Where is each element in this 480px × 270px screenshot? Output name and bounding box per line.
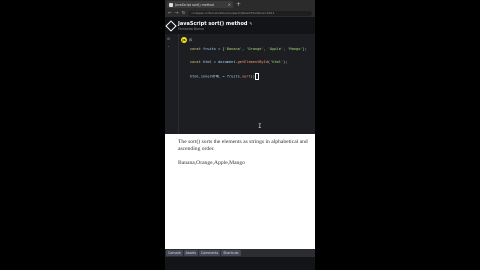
language-label: JS (189, 38, 193, 42)
code-line-3[interactable]: html.innerHTML = fruits.sort() (190, 73, 259, 80)
browser-tab[interactable]: JavaScript sort() method × (167, 1, 233, 8)
collapse-chevron-icon[interactable]: ⌄ (167, 44, 170, 48)
code-line-2[interactable]: const html = document.getElementById('ht… (190, 60, 287, 64)
address-bar: ← → ↻ codepen.io/fernandobueno/pen/OJKGa… (165, 9, 315, 17)
back-arrow-icon[interactable]: ← (168, 11, 172, 16)
code-editor[interactable]: ⚙ ⌄ JS JS const fruits = ['Banana', 'Ora… (165, 34, 315, 134)
result-pane: The sort() sorts the elements as strings… (165, 134, 315, 249)
codepen-header: JavaScript sort() method ✎ Fernando Buen… (165, 17, 315, 34)
browser-tab-title: JavaScript sort() method (175, 2, 214, 7)
forward-arrow-icon[interactable]: → (175, 11, 179, 16)
mouse-ibeam-cursor: I (258, 123, 262, 130)
result-output: Banana,Orange,Apple,Mango (178, 160, 245, 166)
phone-screen: JavaScript sort() method × + ← → ↻ codep… (165, 0, 315, 270)
pen-author: Fernando Bueno (178, 26, 204, 31)
js-icon: JS (181, 37, 187, 43)
new-tab-icon[interactable]: + (236, 1, 241, 8)
code-line-1[interactable]: const fruits = ['Banana', 'Orange', 'App… (190, 47, 307, 51)
tab-comments[interactable]: Comments (199, 250, 221, 256)
url-field[interactable]: codepen.io/fernandobueno/pen/OJKGaYP?edi… (188, 10, 312, 16)
js-language-badge: JS JS (181, 37, 192, 43)
editor-gutter: ⚙ ⌄ (165, 34, 179, 134)
codepen-logo-icon[interactable] (165, 19, 177, 32)
result-description: The sort() sorts the elements as strings… (178, 139, 308, 152)
edit-pencil-icon[interactable]: ✎ (249, 21, 252, 26)
text-cursor (254, 73, 259, 80)
tab-console[interactable]: Console (166, 250, 183, 256)
reload-icon[interactable]: ↻ (182, 11, 186, 16)
browser-tab-bar: JavaScript sort() method × + (165, 0, 315, 9)
bottom-padding (165, 257, 315, 270)
close-tab-icon[interactable]: × (228, 2, 233, 7)
tab-shortcuts[interactable]: Shortcuts (221, 250, 241, 256)
tab-assets[interactable]: Assets (183, 250, 199, 256)
settings-gear-icon[interactable]: ⚙ (167, 37, 170, 41)
codepen-favicon-icon (169, 2, 173, 7)
bottom-tab-bar: Console Assets Comments Shortcuts (165, 249, 315, 257)
